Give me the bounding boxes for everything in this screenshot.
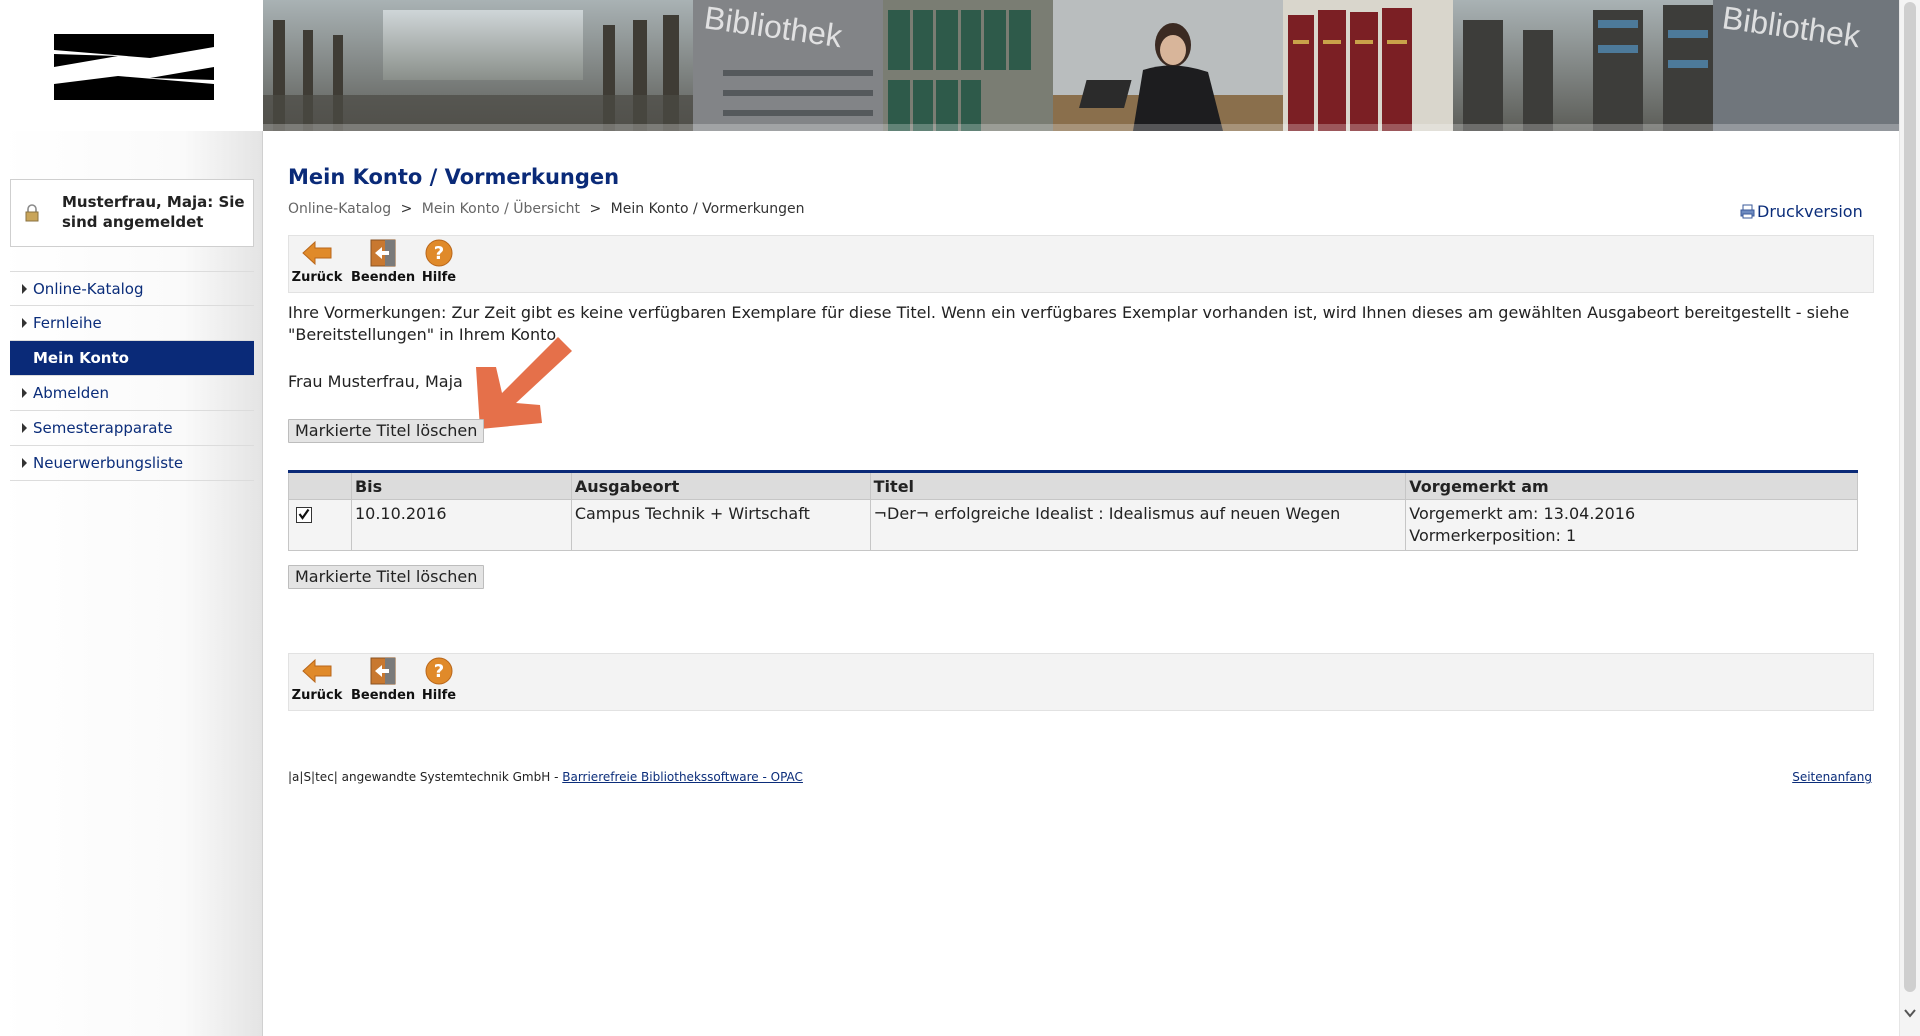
table-header-row: Bis Ausgabeort Titel Vorgemerkt am bbox=[288, 471, 1858, 500]
breadcrumb-separator: > bbox=[589, 201, 602, 217]
reservations-table: Bis Ausgabeort Titel Vorgemerkt am 10.10… bbox=[288, 470, 1858, 551]
db-logo-icon bbox=[54, 34, 214, 100]
sidebar-item-mein-konto[interactable]: Mein Konto bbox=[10, 341, 254, 376]
back-button[interactable]: Zurück bbox=[289, 238, 345, 285]
help-button-label: Hilfe bbox=[421, 270, 457, 285]
help-button[interactable]: ? Hilfe bbox=[415, 656, 463, 703]
back-button[interactable]: Zurück bbox=[289, 656, 345, 703]
triangle-right-icon bbox=[22, 318, 27, 328]
vorgemerkt-cell: Vorgemerkt am: 13.04.2016 Vormerkerposit… bbox=[1405, 499, 1858, 551]
sidebar-item-label: Mein Konto bbox=[33, 349, 129, 367]
sidebar-item-online-katalog[interactable]: Online-Katalog bbox=[10, 271, 254, 306]
left-sidebar: Musterfrau, Maja: Sie sind angemeldet On… bbox=[0, 131, 263, 1036]
triangle-right-icon bbox=[22, 458, 27, 468]
breadcrumb-link-online-katalog[interactable]: Online-Katalog bbox=[288, 201, 391, 217]
exit-button[interactable]: Beenden bbox=[351, 656, 415, 703]
triangle-right-icon bbox=[22, 423, 27, 433]
annotation-arrow-icon bbox=[476, 337, 572, 429]
sidebar-item-abmelden[interactable]: Abmelden bbox=[10, 376, 254, 411]
exit-button-label: Beenden bbox=[351, 688, 416, 703]
help-button[interactable]: ? Hilfe bbox=[415, 238, 463, 285]
toolbar-bottom: Zurück Beenden ? Hilfe bbox=[288, 653, 1874, 711]
breadcrumb-separator: > bbox=[400, 201, 413, 217]
footer-software-link[interactable]: Barrierefreie Bibliothekssoftware - OPAC bbox=[562, 770, 803, 784]
select-cell bbox=[288, 499, 352, 551]
sidebar-nav: Online-Katalog Fernleihe Mein Konto Abme… bbox=[10, 271, 254, 481]
svg-text:?: ? bbox=[434, 661, 444, 682]
vertical-scrollbar[interactable] bbox=[1899, 0, 1920, 1036]
bis-cell: 10.10.2016 bbox=[350, 499, 572, 551]
arrow-left-icon bbox=[302, 240, 332, 266]
help-question-icon: ? bbox=[425, 657, 453, 685]
chevron-down-icon[interactable] bbox=[1904, 1008, 1916, 1018]
site-logo[interactable] bbox=[0, 0, 262, 131]
checkmark-icon bbox=[298, 508, 310, 520]
column-header-ausgabeort: Ausgabeort bbox=[570, 471, 871, 500]
login-status-text: Musterfrau, Maja: Sie sind angemeldet bbox=[62, 193, 245, 231]
sidebar-item-label: Online-Katalog bbox=[33, 280, 144, 298]
triangle-right-icon bbox=[22, 388, 27, 398]
print-version-link[interactable]: Druckversion bbox=[1740, 202, 1863, 221]
page-title: Mein Konto / Vormerkungen bbox=[288, 165, 620, 189]
column-header-select bbox=[288, 471, 352, 500]
help-question-icon: ? bbox=[425, 239, 453, 267]
back-button-label: Zurück bbox=[291, 688, 343, 703]
sidebar-item-label: Semesterapparate bbox=[33, 419, 173, 437]
arrow-left-icon bbox=[302, 658, 332, 684]
exit-door-icon bbox=[370, 657, 396, 685]
sidebar-item-label: Fernleihe bbox=[33, 314, 102, 332]
triangle-right-icon bbox=[22, 284, 27, 294]
header-banner-image: Bibliothek Bibliothek bbox=[263, 0, 1900, 131]
footer-company-text: |a|S|tec| angewandte Systemtechnik GmbH … bbox=[288, 770, 563, 784]
lock-icon bbox=[25, 204, 39, 222]
toolbar-top: Zurück Beenden ? Hilfe bbox=[288, 235, 1874, 293]
user-full-name: Frau Musterfrau, Maja bbox=[288, 372, 463, 391]
exit-door-icon bbox=[370, 239, 396, 267]
sidebar-item-label: Neuerwerbungsliste bbox=[33, 454, 184, 472]
ausgabeort-cell: Campus Technik + Wirtschaft bbox=[570, 499, 871, 551]
row-checkbox[interactable] bbox=[296, 507, 312, 523]
back-button-label: Zurück bbox=[291, 270, 343, 285]
help-button-label: Hilfe bbox=[421, 688, 457, 703]
column-header-bis: Bis bbox=[350, 471, 572, 500]
exit-button[interactable]: Beenden bbox=[351, 238, 415, 285]
print-version-label: Druckversion bbox=[1757, 202, 1863, 221]
exit-button-label: Beenden bbox=[351, 270, 416, 285]
sidebar-item-semesterapparate[interactable]: Semesterapparate bbox=[10, 411, 254, 446]
delete-marked-titles-button-top[interactable]: Markierte Titel löschen bbox=[288, 419, 485, 443]
login-status-box: Musterfrau, Maja: Sie sind angemeldet bbox=[10, 179, 254, 247]
breadcrumb: Online-Katalog > Mein Konto / Übersicht … bbox=[288, 201, 805, 217]
svg-text:?: ? bbox=[434, 243, 444, 264]
reservation-date: Vorgemerkt am: 13.04.2016 bbox=[1409, 504, 1636, 523]
sidebar-item-fernleihe[interactable]: Fernleihe bbox=[10, 306, 254, 341]
queue-position: Vormerkerposition: 1 bbox=[1409, 526, 1577, 545]
column-header-titel: Titel bbox=[869, 471, 1407, 500]
breadcrumb-link-mein-konto[interactable]: Mein Konto / Übersicht bbox=[422, 201, 580, 217]
printer-icon bbox=[1740, 204, 1755, 219]
column-header-vorgemerkt-am: Vorgemerkt am bbox=[1405, 471, 1858, 500]
sidebar-item-neuerwerbungsliste[interactable]: Neuerwerbungsliste bbox=[10, 446, 254, 481]
scrollbar-thumb[interactable] bbox=[1904, 2, 1916, 992]
sidebar-item-label: Abmelden bbox=[33, 384, 110, 402]
delete-marked-titles-button-bottom[interactable]: Markierte Titel löschen bbox=[288, 565, 485, 589]
table-row: 10.10.2016 Campus Technik + Wirtschaft ¬… bbox=[288, 499, 1858, 551]
titel-cell: ¬Der¬ erfolgreiche Idealist : Idealismus… bbox=[869, 499, 1407, 551]
back-to-top-link[interactable]: Seitenanfang bbox=[1792, 770, 1872, 784]
page-footer: |a|S|tec| angewandte Systemtechnik GmbH … bbox=[288, 770, 1872, 784]
main-content: Mein Konto / Vormerkungen Online-Katalog… bbox=[288, 131, 1876, 1036]
breadcrumb-current: Mein Konto / Vormerkungen bbox=[610, 201, 805, 217]
